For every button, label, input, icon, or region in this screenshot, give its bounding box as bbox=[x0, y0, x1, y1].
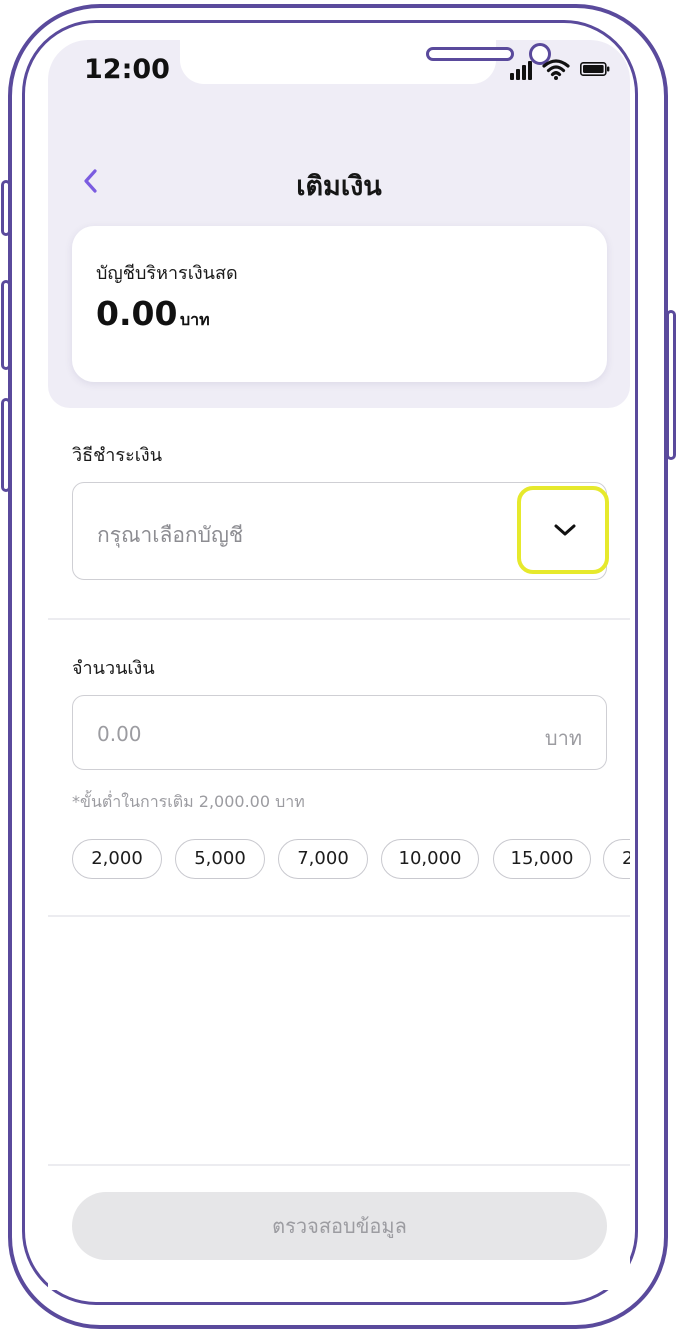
section-divider bbox=[48, 915, 630, 917]
section-divider bbox=[48, 618, 630, 620]
amount-input[interactable]: 0.00 บาท bbox=[72, 695, 607, 770]
side-button-volume-down bbox=[1, 398, 11, 492]
side-button-power bbox=[666, 310, 676, 460]
balance-amount: 0.00 bbox=[96, 294, 178, 333]
account-select-placeholder: กรุณาเลือกบัญชี bbox=[97, 523, 244, 547]
amount-input-unit: บาท bbox=[544, 726, 582, 750]
amount-chip[interactable]: 2,000 bbox=[72, 839, 162, 879]
account-select[interactable]: กรุณาเลือกบัญชี bbox=[72, 482, 609, 580]
battery-icon bbox=[580, 62, 610, 76]
amount-chips: 2,000 5,000 7,000 10,000 15,000 2 bbox=[72, 839, 630, 881]
side-button-volume-up bbox=[1, 280, 11, 370]
status-time: 12:00 bbox=[84, 54, 170, 85]
amount-chip[interactable]: 5,000 bbox=[175, 839, 265, 879]
amount-chip[interactable]: 15,000 bbox=[493, 839, 591, 879]
wifi-icon bbox=[542, 59, 570, 80]
notch bbox=[180, 40, 551, 84]
amount-input-value: 0.00 bbox=[97, 722, 142, 746]
status-icons bbox=[510, 58, 610, 84]
speaker-grille bbox=[426, 47, 514, 61]
balance-unit: บาท bbox=[180, 310, 210, 329]
minimum-note: *ขั้นต่ำในการเติม 2,000.00 บาท bbox=[72, 792, 305, 811]
dropdown-button[interactable] bbox=[517, 486, 609, 574]
amount-label: จำนวนเงิน bbox=[72, 658, 155, 679]
amount-chip[interactable]: 7,000 bbox=[278, 839, 368, 879]
balance-label: บัญชีบริหารเงินสด bbox=[96, 263, 238, 284]
balance-card: บัญชีบริหารเงินสด 0.00 บาท bbox=[72, 226, 607, 382]
page-title: เติมเงิน bbox=[296, 171, 382, 202]
footer-divider bbox=[48, 1164, 630, 1166]
amount-chip[interactable]: 2 bbox=[603, 839, 630, 879]
signal-icon bbox=[510, 61, 532, 80]
side-button-mute bbox=[1, 180, 11, 236]
amount-chip[interactable]: 10,000 bbox=[381, 839, 479, 879]
app-screen: 12:00 เติมเงิน บัญชีบริหารเงินสด 0.00 บา… bbox=[48, 40, 630, 1290]
payment-method-label: วิธีชำระเงิน bbox=[72, 445, 162, 466]
chevron-down-icon bbox=[554, 524, 576, 536]
review-button[interactable]: ตรวจสอบข้อมูล bbox=[72, 1192, 607, 1260]
